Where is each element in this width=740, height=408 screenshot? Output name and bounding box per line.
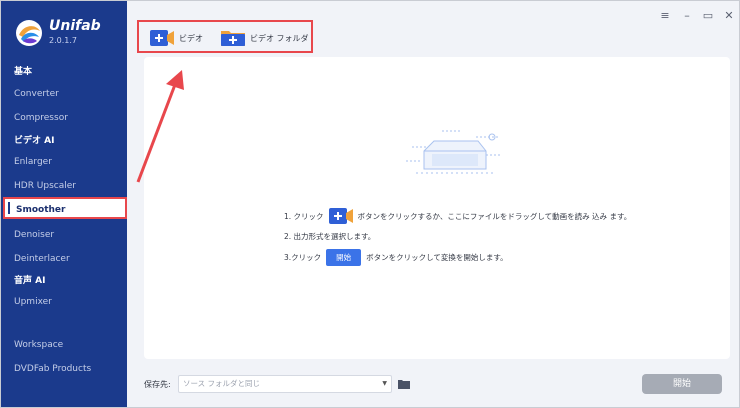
sidebar-item-denoiser[interactable]: Denoiser bbox=[1, 224, 127, 246]
step2-text: 2. 出力形式を選択します。 bbox=[284, 232, 376, 241]
start-chip: 開始 bbox=[326, 249, 362, 266]
add-folder-button[interactable]: ビデオ フォルダ bbox=[221, 27, 309, 49]
folder-icon[interactable] bbox=[398, 378, 410, 390]
bottom-bar: 保存先: ソース フォルダと同じ ▼ 開始 bbox=[144, 374, 730, 396]
sidebar-item-hdr-upscaler[interactable]: HDR Upscaler bbox=[1, 175, 127, 197]
save-location-select[interactable]: ソース フォルダと同じ ▼ bbox=[178, 375, 392, 393]
step1-prefix: 1. クリック bbox=[284, 211, 324, 221]
add-folder-label: ビデオ フォルダ bbox=[250, 33, 309, 43]
add-video-icon bbox=[150, 30, 174, 46]
drop-zone[interactable]: 1. クリック ボタンをクリックするか、ここにファイルをドラッグして動画を読み … bbox=[144, 57, 730, 359]
add-video-icon bbox=[328, 208, 353, 224]
sidebar-item-workspace[interactable]: Workspace bbox=[1, 334, 127, 356]
app-version: 2.0.1.7 bbox=[49, 36, 77, 45]
sidebar-category-basic: 基本 bbox=[14, 67, 33, 77]
drop-zone-illustration bbox=[406, 130, 502, 174]
minimize-icon[interactable]: – bbox=[681, 10, 693, 22]
add-video-button[interactable]: ビデオ bbox=[150, 27, 203, 49]
main-panel: ≡ – ▭ ✕ ビデオ ビデオ フォルダ 1. クリック ボタンをクリックするか… bbox=[127, 1, 739, 407]
sidebar-item-converter[interactable]: Converter bbox=[1, 83, 127, 105]
sidebar-category-audio-ai: 音声 AI bbox=[14, 276, 46, 286]
active-indicator bbox=[8, 202, 10, 214]
menu-icon[interactable]: ≡ bbox=[659, 10, 671, 22]
save-to-label: 保存先: bbox=[144, 380, 171, 389]
sidebar-item-smoother[interactable]: Smoother bbox=[3, 197, 127, 219]
chevron-down-icon: ▼ bbox=[382, 380, 387, 387]
app-name: Unifab bbox=[49, 18, 101, 34]
close-icon[interactable]: ✕ bbox=[723, 10, 735, 22]
sidebar-item-enlarger[interactable]: Enlarger bbox=[1, 151, 127, 173]
save-location-value: ソース フォルダと同じ bbox=[183, 379, 261, 388]
sidebar-item-deinterlacer[interactable]: Deinterlacer bbox=[1, 248, 127, 270]
step3-suffix: ボタンをクリックして変換を開始します。 bbox=[366, 253, 508, 262]
sidebar-item-upmixer[interactable]: Upmixer bbox=[1, 291, 127, 313]
sidebar-item-dvdfab-products[interactable]: DVDFab Products bbox=[1, 358, 127, 380]
step3-prefix: 3.クリック bbox=[284, 253, 322, 262]
step1-suffix: ボタンをクリックするか、ここにファイルをドラッグして動画を読み 込み ます。 bbox=[357, 211, 632, 221]
add-folder-icon bbox=[221, 31, 245, 46]
maximize-icon[interactable]: ▭ bbox=[702, 10, 714, 22]
instruction-step-1: 1. クリック ボタンをクリックするか、ここにファイルをドラッグして動画を読み … bbox=[284, 207, 631, 225]
sidebar-item-label: Smoother bbox=[16, 205, 66, 215]
instruction-step-2: 2. 出力形式を選択します。 bbox=[284, 231, 375, 242]
unifab-logo-icon bbox=[16, 20, 42, 46]
add-toolbar: ビデオ ビデオ フォルダ bbox=[137, 20, 313, 53]
instruction-step-3: 3.クリック 開始 ボタンをクリックして変換を開始します。 bbox=[284, 249, 508, 266]
sidebar-category-video-ai: ビデオ AI bbox=[14, 136, 55, 146]
sidebar: Unifab 2.0.1.7 基本 Converter Compressor ビ… bbox=[1, 1, 127, 407]
start-button[interactable]: 開始 bbox=[642, 374, 722, 394]
sidebar-item-compressor[interactable]: Compressor bbox=[1, 107, 127, 129]
add-video-label: ビデオ bbox=[179, 33, 203, 43]
